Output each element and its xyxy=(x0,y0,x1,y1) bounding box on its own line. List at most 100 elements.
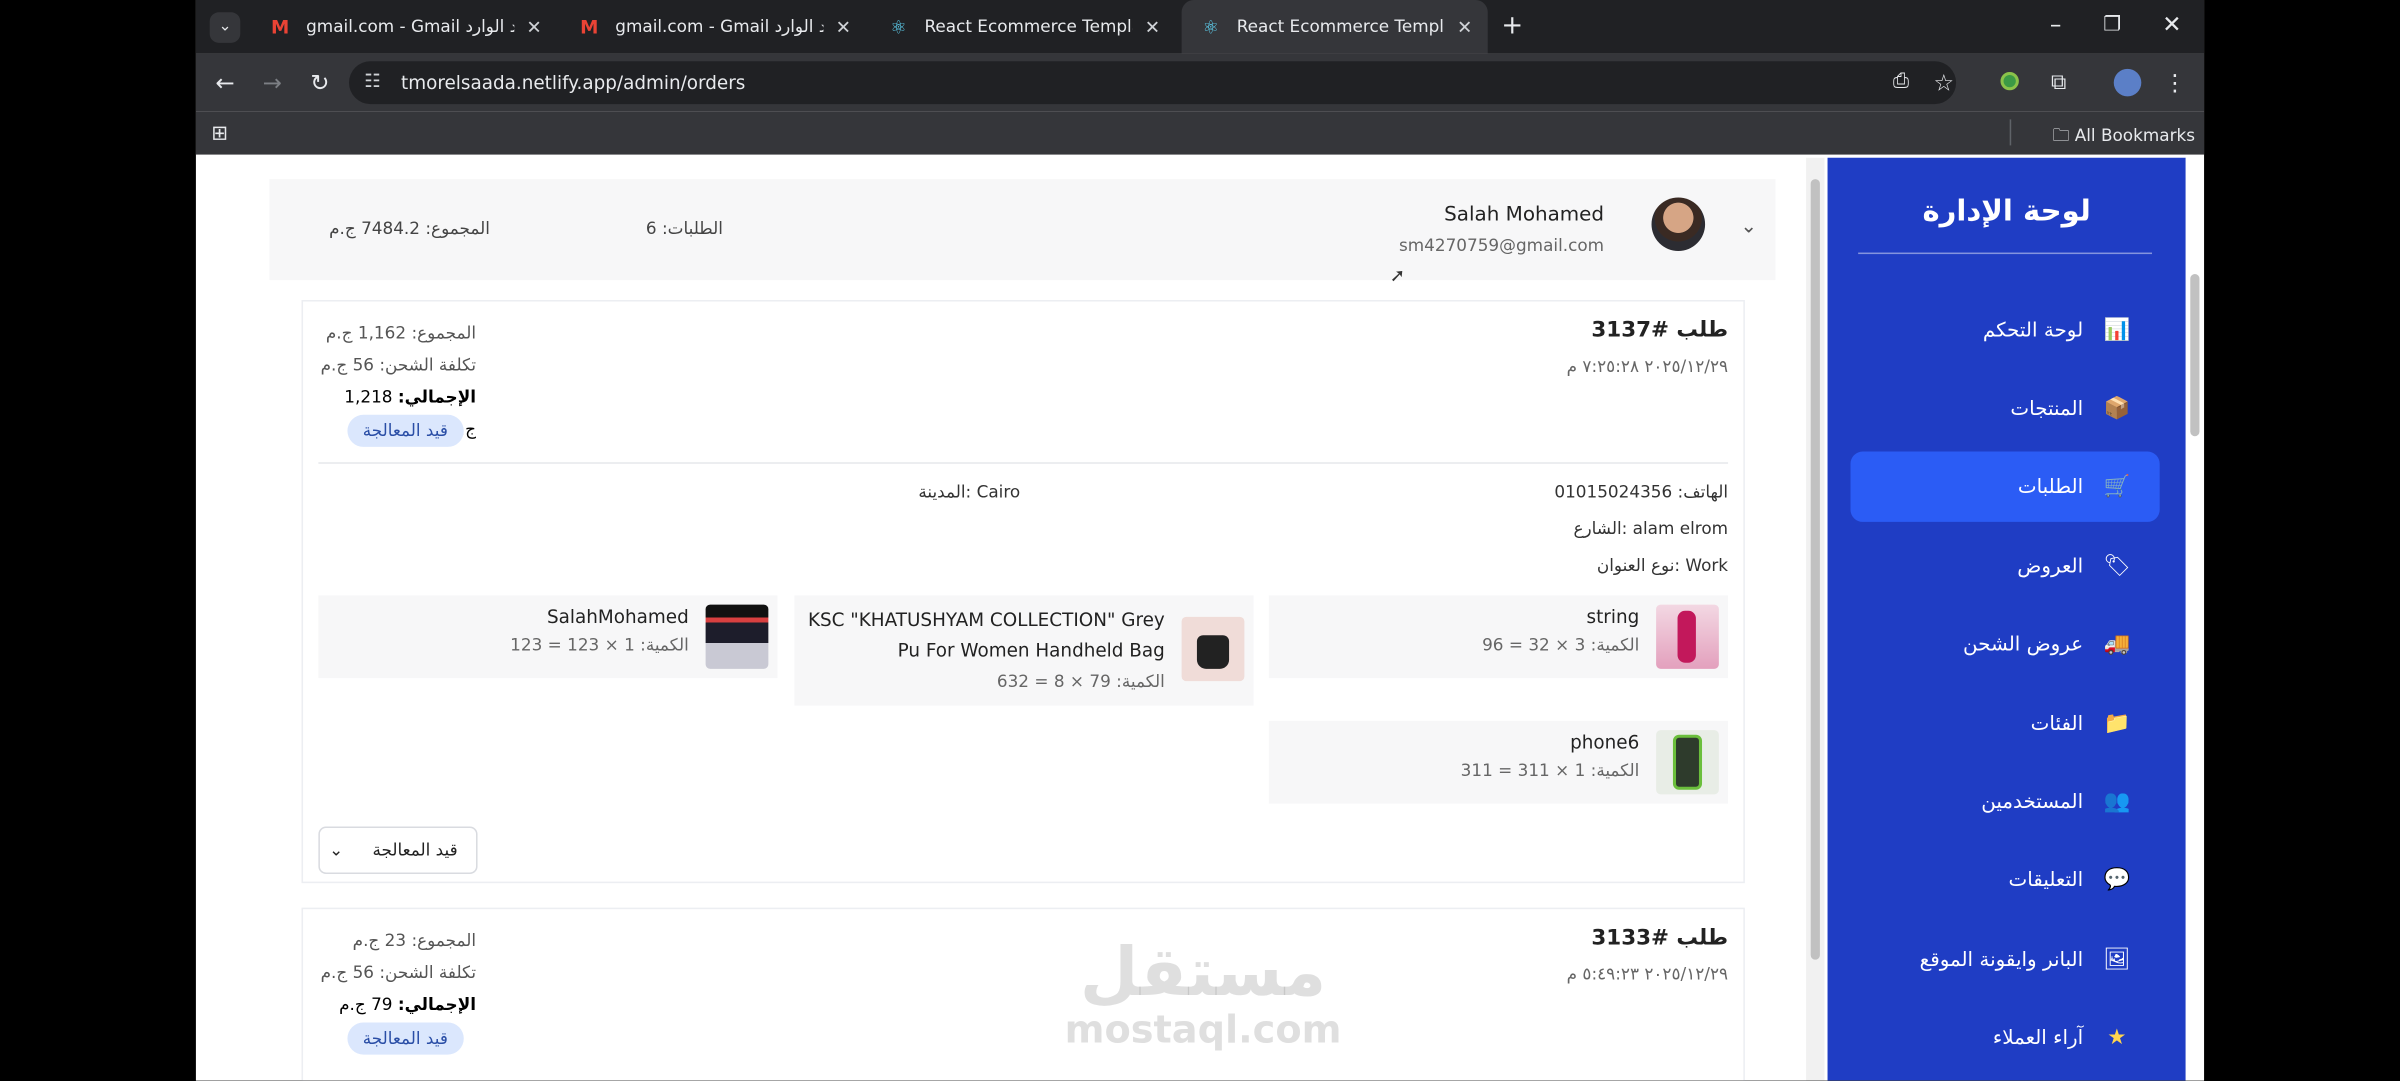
close-tab-icon[interactable]: ✕ xyxy=(526,16,541,37)
product-qty: الكمية: 3 × 32 = 96 xyxy=(1482,635,1640,656)
user-orders-group-header[interactable]: ⌄ Salah Mohamed sm4270759@gmail.com الطل… xyxy=(269,179,1776,281)
bookmarks-label: All Bookmarks xyxy=(2074,125,2196,146)
product-name: phone6 xyxy=(1570,731,1640,754)
image-icon: 🖼 xyxy=(2103,947,2131,972)
close-tab-icon[interactable]: ✕ xyxy=(1457,16,1472,37)
sidebar-item-label: الطلبات xyxy=(2017,475,2084,499)
cart-icon: 🛒 xyxy=(2103,474,2131,499)
watermark-arabic: مستقل xyxy=(1079,933,1327,1012)
maximize-icon[interactable]: ❐ xyxy=(2098,12,2126,40)
product-qty: الكمية: 1 × 123 = 123 xyxy=(510,635,689,656)
status-badge: قيد المعالجة xyxy=(347,1021,464,1055)
extension-green-icon[interactable] xyxy=(1996,69,2024,97)
site-info-icon[interactable]: ☷ xyxy=(364,70,380,91)
product-item: phone6 الكمية: 1 × 311 = 311 xyxy=(1268,720,1729,804)
react-icon: ⚛ xyxy=(1202,16,1219,38)
chevron-down-icon: ⌄ xyxy=(329,840,344,861)
tab-title: React Ecommerce Template xyxy=(924,16,1132,37)
sidebar-item-shipping-offers[interactable]: عروض الشحن 🚚 xyxy=(1850,609,2159,679)
product-item: SalahMohamed الكمية: 1 × 123 = 123 xyxy=(318,595,778,679)
sidebar-item-banner-favicon[interactable]: البانر وايقونة الموقع 🖼 xyxy=(1850,924,2159,994)
tab-title: React Ecommerce Template xyxy=(1236,16,1445,37)
product-thumbnail xyxy=(1656,730,1719,795)
order-street: الشارع: alam elrom xyxy=(1573,518,1729,539)
order-address-type: نوع العنوان: Work xyxy=(1596,555,1729,576)
tab-gmail-2[interactable]: M ‏gmail.com - Gmail البريد الوارد ✕ xyxy=(560,0,866,54)
sidebar-item-dashboard[interactable]: لوحة التحكم 📊 xyxy=(1850,295,2159,365)
order-date: ٢٠٢٥/١٢/٢٩ ٧:٢٥:٢٨ م xyxy=(1566,356,1729,377)
sidebar-item-testimonials[interactable]: آراء العملاء ★ xyxy=(1850,1003,2159,1073)
screen: ⌄ M ‏gmail.com - Gmail البريد الوارد ✕ M… xyxy=(0,0,2400,1081)
star-icon: ★ xyxy=(2107,1025,2127,1050)
chevron-down-icon[interactable]: ⌄ xyxy=(1740,216,1757,239)
window-close-icon[interactable]: ✕ xyxy=(2158,11,2186,39)
chart-icon: 📊 xyxy=(2103,318,2131,343)
reload-icon[interactable]: ↻ xyxy=(306,69,334,97)
sidebar-item-categories[interactable]: الفئات 📁 xyxy=(1850,689,2159,759)
forward-icon[interactable]: → xyxy=(259,69,287,97)
install-app-icon[interactable]: ⎙ xyxy=(1887,69,1915,97)
watermark-latin: mostaql.com xyxy=(1064,1007,1342,1052)
total-value: 79 ج.م xyxy=(339,994,398,1015)
sidebar-item-label: البانر وايقونة الموقع xyxy=(1919,948,2084,972)
sidebar-item-label: آراء العملاء xyxy=(1992,1026,2084,1050)
tab-react-2-active[interactable]: ⚛ React Ecommerce Template ✕ xyxy=(1181,0,1488,54)
bookmark-star-icon[interactable]: ☆ xyxy=(1930,69,1958,97)
status-badge-text: قيد المعالجة xyxy=(347,414,464,447)
tab-strip: ⌄ M ‏gmail.com - Gmail البريد الوارد ✕ M… xyxy=(195,0,2205,54)
folder-icon: 🗀 xyxy=(2052,125,2070,146)
toolbar: ← → ↻ ☷ tmorelsaada.netlify.app/admin/or… xyxy=(195,53,2205,112)
profile-avatar-icon[interactable] xyxy=(2113,68,2142,103)
box-icon: 📦 xyxy=(2103,396,2131,421)
users-icon: 👥 xyxy=(2103,789,2131,815)
sidebar-title: لوحة الإدارة xyxy=(1922,194,2091,229)
new-tab-icon[interactable]: + xyxy=(1498,12,1526,40)
browser-window: ⌄ M ‏gmail.com - Gmail البريد الوارد ✕ M… xyxy=(195,0,2205,1081)
sidebar-item-users[interactable]: المستخدمين 👥 xyxy=(1850,767,2159,837)
sidebar-item-products[interactable]: المنتجات 📦 xyxy=(1850,373,2159,443)
divider xyxy=(2009,119,2012,146)
all-bookmarks-button[interactable]: 🗀 All Bookmarks xyxy=(2053,122,2195,151)
order-shipping: تكلفة الشحن: 56 ج.م xyxy=(320,355,477,375)
mouse-cursor-icon: ➚ xyxy=(1389,264,1406,287)
sidebar-scrollbar[interactable] xyxy=(2185,157,2205,1081)
total-label: الإجمالي: xyxy=(397,994,477,1015)
apps-grid-icon[interactable]: ⊞ xyxy=(211,122,228,145)
sidebar-item-comments[interactable]: التعليقات 💬 xyxy=(1850,845,2159,915)
tab-gmail-1[interactable]: M ‏gmail.com - Gmail البريد الوارد ✕ xyxy=(251,0,557,54)
sidebar: لوحة الإدارة لوحة التحكم 📊 المنتجات 📦 الطل… xyxy=(1827,157,2186,1081)
comment-icon: 💬 xyxy=(2103,867,2131,893)
order-date: ٢٠٢٥/١٢/٢٩ ٥:٤٩:٢٣ م xyxy=(1566,964,1729,985)
main-scrollbar[interactable] xyxy=(1806,157,1825,1081)
status-select[interactable]: ⌄ قيد المعالجة xyxy=(318,826,478,874)
gmail-icon: M xyxy=(270,16,290,38)
close-tab-icon[interactable]: ✕ xyxy=(836,16,851,37)
status-select-value: قيد المعالجة xyxy=(372,840,458,861)
divider xyxy=(318,462,1729,464)
back-icon[interactable]: ← xyxy=(211,69,239,97)
scrollbar-thumb[interactable] xyxy=(1810,179,1820,960)
orders-panel: ⌄ Salah Mohamed sm4270759@gmail.com الطل… xyxy=(195,157,1807,1081)
order-card: طلب #3133 ٢٠٢٥/١٢/٢٩ ٥:٤٩:٢٣ م المجموع: … xyxy=(301,907,1745,1081)
close-tab-icon[interactable]: ✕ xyxy=(1145,16,1160,37)
product-item: string الكمية: 3 × 32 = 96 xyxy=(1268,595,1729,679)
order-phone: الهاتف: 01015024356 xyxy=(1554,482,1729,503)
scrollbar-thumb[interactable] xyxy=(2190,273,2200,437)
sidebar-item-orders[interactable]: الطلبات 🛒 xyxy=(1850,451,2160,522)
sidebar-item-offers[interactable]: العروض 🏷 xyxy=(1850,531,2159,601)
order-city: المدينة: Cairo xyxy=(918,482,1021,503)
menu-dots-icon[interactable]: ⋮ xyxy=(2161,69,2189,97)
order-number: طلب #3133 xyxy=(1591,926,1729,951)
address-bar[interactable]: ☷ tmorelsaada.netlify.app/admin/orders xyxy=(348,61,1957,105)
tab-search-icon[interactable]: ⌄ xyxy=(209,12,241,43)
product-name: KSC "KHATUSHYAM COLLECTION" Grey Pu For … xyxy=(807,609,1165,662)
extensions-puzzle-icon[interactable]: ⧉ xyxy=(2045,69,2073,97)
sidebar-item-label: العروض xyxy=(2017,554,2084,578)
tab-react-1[interactable]: ⚛ React Ecommerce Template ✕ xyxy=(869,0,1175,54)
product-qty: الكمية: 1 × 311 = 311 xyxy=(1460,760,1640,781)
order-summary: المجموع: 23 ج.م تكلفة الشحن: 56 ج.م الإج… xyxy=(317,924,476,1020)
group-total: المجموع: 7484.2 ج.م xyxy=(329,218,490,239)
tab-title: ‏gmail.com - Gmail البريد الوارد xyxy=(615,16,823,37)
minimize-icon[interactable]: – xyxy=(2042,11,2070,39)
product-thumbnail xyxy=(1181,616,1245,682)
